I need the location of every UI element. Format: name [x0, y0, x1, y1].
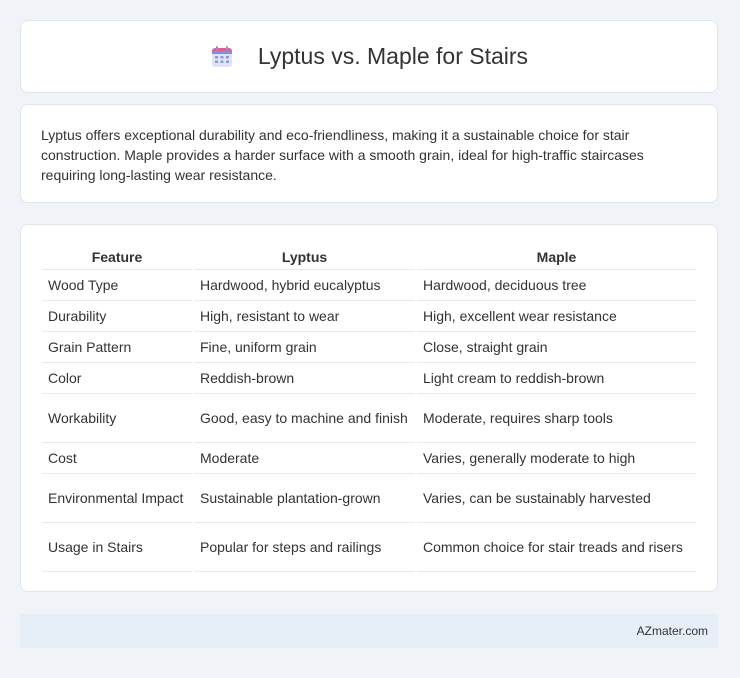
header-feature: Feature	[42, 245, 192, 270]
header-lyptus: Lyptus	[194, 245, 415, 270]
table-row: Color Reddish-brown Light cream to reddi…	[42, 363, 696, 394]
maple-cell: Light cream to reddish-brown	[417, 363, 696, 394]
table-row: Grain Pattern Fine, uniform grain Close,…	[42, 332, 696, 363]
feature-cell: Usage in Stairs	[42, 523, 192, 572]
footer: AZmater.com	[20, 614, 718, 648]
table-row: Wood Type Hardwood, hybrid eucalyptus Ha…	[42, 270, 696, 301]
maple-cell: Hardwood, deciduous tree	[417, 270, 696, 301]
lyptus-cell: Fine, uniform grain	[194, 332, 415, 363]
maple-cell: Varies, generally moderate to high	[417, 443, 696, 474]
lyptus-cell: Moderate	[194, 443, 415, 474]
feature-cell: Workability	[42, 394, 192, 443]
lyptus-cell: Good, easy to machine and finish	[194, 394, 415, 443]
feature-cell: Color	[42, 363, 192, 394]
table-row: Workability Good, easy to machine and fi…	[42, 394, 696, 443]
table-row: Usage in Stairs Popular for steps and ra…	[42, 523, 696, 572]
lyptus-cell: Reddish-brown	[194, 363, 415, 394]
table-row: Cost Moderate Varies, generally moderate…	[42, 443, 696, 474]
feature-cell: Grain Pattern	[42, 332, 192, 363]
lyptus-cell: Popular for steps and railings	[194, 523, 415, 572]
feature-cell: Environmental Impact	[42, 474, 192, 523]
maple-cell: Common choice for stair treads and riser…	[417, 523, 696, 572]
calendar-icon	[211, 45, 232, 67]
feature-cell: Cost	[42, 443, 192, 474]
footer-brand: AZmater.com	[636, 624, 708, 638]
lyptus-cell: High, resistant to wear	[194, 301, 415, 332]
maple-cell: Moderate, requires sharp tools	[417, 394, 696, 443]
comparison-table-card: Feature Lyptus Maple Wood Type Hardwood,…	[20, 224, 718, 592]
comparison-table: Feature Lyptus Maple Wood Type Hardwood,…	[40, 245, 698, 572]
intro-text: Lyptus offers exceptional durability and…	[41, 127, 644, 183]
header-maple: Maple	[417, 245, 696, 270]
title-card: Lyptus vs. Maple for Stairs	[20, 20, 718, 93]
page-title: Lyptus vs. Maple for Stairs	[210, 43, 528, 70]
lyptus-cell: Hardwood, hybrid eucalyptus	[194, 270, 415, 301]
maple-cell: Varies, can be sustainably harvested	[417, 474, 696, 523]
table-row: Environmental Impact Sustainable plantat…	[42, 474, 696, 523]
feature-cell: Durability	[42, 301, 192, 332]
table-header-row: Feature Lyptus Maple	[42, 245, 696, 270]
maple-cell: Close, straight grain	[417, 332, 696, 363]
lyptus-cell: Sustainable plantation-grown	[194, 474, 415, 523]
intro-card: Lyptus offers exceptional durability and…	[20, 104, 718, 203]
page-title-text: Lyptus vs. Maple for Stairs	[257, 43, 529, 69]
feature-cell: Wood Type	[42, 270, 192, 301]
table-row: Durability High, resistant to wear High,…	[42, 301, 696, 332]
maple-cell: High, excellent wear resistance	[417, 301, 696, 332]
